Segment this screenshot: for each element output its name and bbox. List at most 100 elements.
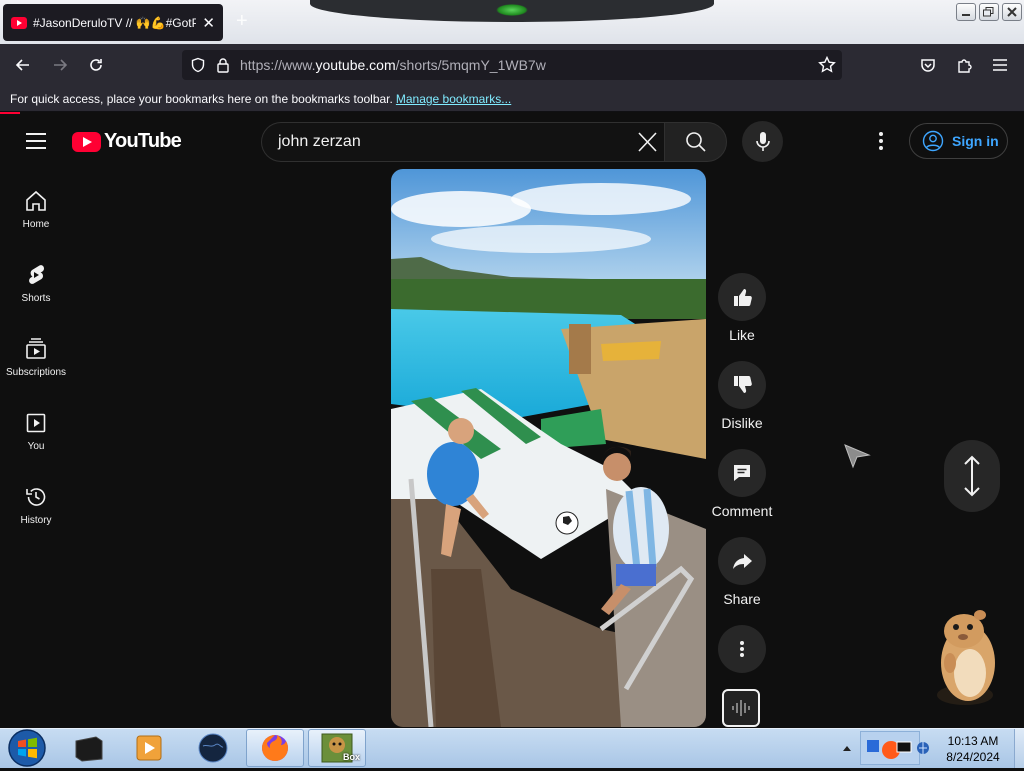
bookmark-star-icon[interactable] <box>818 56 836 74</box>
menu-icon <box>993 59 1007 71</box>
box-label: Box <box>343 752 361 762</box>
url-text[interactable]: https://www.youtube.com/shorts/5mqmY_1WB… <box>240 57 546 73</box>
navigate-shorts-button[interactable] <box>944 440 1000 512</box>
browser-tab-active[interactable]: #JasonDeruloTV // 🙌💪#GotPe ✕ <box>3 4 223 41</box>
reload-button[interactable] <box>83 52 109 78</box>
guide-menu-button[interactable] <box>26 133 46 149</box>
chevron-up-icon <box>843 746 851 751</box>
sidebar-item-label: You <box>27 441 45 452</box>
sidebar-item-you[interactable]: You <box>0 411 72 467</box>
media-player-icon <box>136 735 162 761</box>
restore-icon <box>983 7 994 17</box>
voice-search-button[interactable] <box>742 121 783 162</box>
taskbar-app-firefox[interactable] <box>246 729 304 767</box>
restore-button[interactable] <box>979 3 999 21</box>
settings-menu-button[interactable] <box>870 130 892 152</box>
dot <box>879 132 883 136</box>
taskbar-app-terminal[interactable] <box>60 729 118 767</box>
taskbar-app-box[interactable]: Box <box>308 729 366 767</box>
person-right-head <box>603 453 631 481</box>
close-icon <box>638 132 657 152</box>
shorts-icon <box>29 265 44 284</box>
cloud <box>391 191 531 227</box>
address-bar[interactable]: https://www.youtube.com/shorts/5mqmY_1WB… <box>182 50 842 80</box>
minimize-button[interactable] <box>956 3 976 21</box>
pocket-button[interactable] <box>915 52 941 78</box>
sidebar-item-label: Home <box>22 219 50 230</box>
url-prefix: https://www. <box>240 57 316 73</box>
more-vertical-icon <box>740 641 744 657</box>
black-box-icon <box>75 736 103 762</box>
close-icon <box>1007 7 1017 17</box>
dot <box>879 139 883 143</box>
show-hidden-icons-button[interactable] <box>840 729 854 767</box>
sidebar-item-home[interactable]: Home <box>0 189 72 245</box>
comment-label: Comment <box>711 503 773 519</box>
youtube-favicon-icon <box>11 16 27 29</box>
thumbs-down-icon <box>734 376 752 393</box>
video-frame <box>391 169 706 727</box>
app-menu-button[interactable] <box>987 52 1013 78</box>
clear-search-button[interactable] <box>632 128 662 156</box>
search-input[interactable]: john zerzan <box>261 122 664 162</box>
loading-progress-bar <box>0 112 20 114</box>
hamster-desktop-pet <box>937 610 995 705</box>
share-icon <box>733 554 752 569</box>
tray-icons <box>867 740 912 759</box>
youtube-logo[interactable]: YouTube <box>72 130 182 153</box>
thumbs-up-icon <box>734 289 752 306</box>
taskbar-app-media-player[interactable] <box>120 729 178 767</box>
menu-line <box>26 147 46 149</box>
manage-bookmarks-link[interactable]: Manage bookmarks... <box>396 92 511 106</box>
system-tray-notifications[interactable] <box>860 731 920 765</box>
taskbar-clock[interactable]: 10:13 AM 8/24/2024 <box>938 733 1008 765</box>
taskbar-app-globe[interactable] <box>184 729 242 767</box>
menu-line <box>26 133 46 135</box>
navigation-bar: https://www.youtube.com/shorts/5mqmY_1WB… <box>0 44 1024 86</box>
tab-close-icon[interactable]: ✕ <box>202 14 215 32</box>
start-button[interactable] <box>0 729 54 767</box>
windows-start-icon <box>8 729 46 767</box>
forward-button[interactable] <box>47 52 73 78</box>
like-button[interactable] <box>718 273 766 321</box>
close-window-button[interactable] <box>1002 3 1022 21</box>
sound-wave-icon <box>732 700 750 716</box>
sound-button[interactable] <box>722 689 760 727</box>
sign-in-button[interactable]: Sign in <box>909 123 1008 159</box>
search-icon <box>685 132 706 152</box>
sidebar-item-shorts[interactable]: Shorts <box>0 263 72 319</box>
lock-icon[interactable] <box>216 57 230 73</box>
tower <box>569 324 591 374</box>
dot <box>879 146 883 150</box>
shield-icon[interactable] <box>190 57 206 73</box>
bookmarks-toolbar: For quick access, place your bookmarks h… <box>0 86 1024 112</box>
show-desktop-button[interactable] <box>1014 729 1024 768</box>
subscriptions-icon <box>26 338 46 359</box>
reload-icon <box>90 59 102 71</box>
more-actions-button[interactable] <box>718 625 766 673</box>
short-video-player[interactable] <box>391 169 706 727</box>
search-button[interactable] <box>664 122 727 162</box>
yellow-roof <box>601 341 661 361</box>
comment-icon <box>734 465 750 481</box>
share-button[interactable] <box>718 537 766 585</box>
network-tray-button[interactable] <box>916 740 930 756</box>
new-tab-button[interactable]: + <box>236 10 248 33</box>
cloud <box>431 225 651 253</box>
you-icon <box>26 413 46 433</box>
minimize-icon <box>962 14 970 16</box>
clock-date: 8/24/2024 <box>946 750 1000 764</box>
mouse-cursor-icon <box>844 444 871 469</box>
share-label: Share <box>723 591 761 607</box>
url-domain: youtube.com <box>315 57 396 73</box>
clock-time: 10:13 AM <box>947 734 999 748</box>
comment-button[interactable] <box>718 449 766 497</box>
extensions-button[interactable] <box>951 52 977 78</box>
back-button[interactable] <box>10 52 36 78</box>
sidebar-item-history[interactable]: History <box>0 485 72 541</box>
person-left-head <box>448 418 474 444</box>
up-down-arrow-icon <box>964 455 980 497</box>
sidebar-item-subscriptions[interactable]: Subscriptions <box>0 337 72 393</box>
dislike-button[interactable] <box>718 361 766 409</box>
globe-icon <box>198 733 228 763</box>
